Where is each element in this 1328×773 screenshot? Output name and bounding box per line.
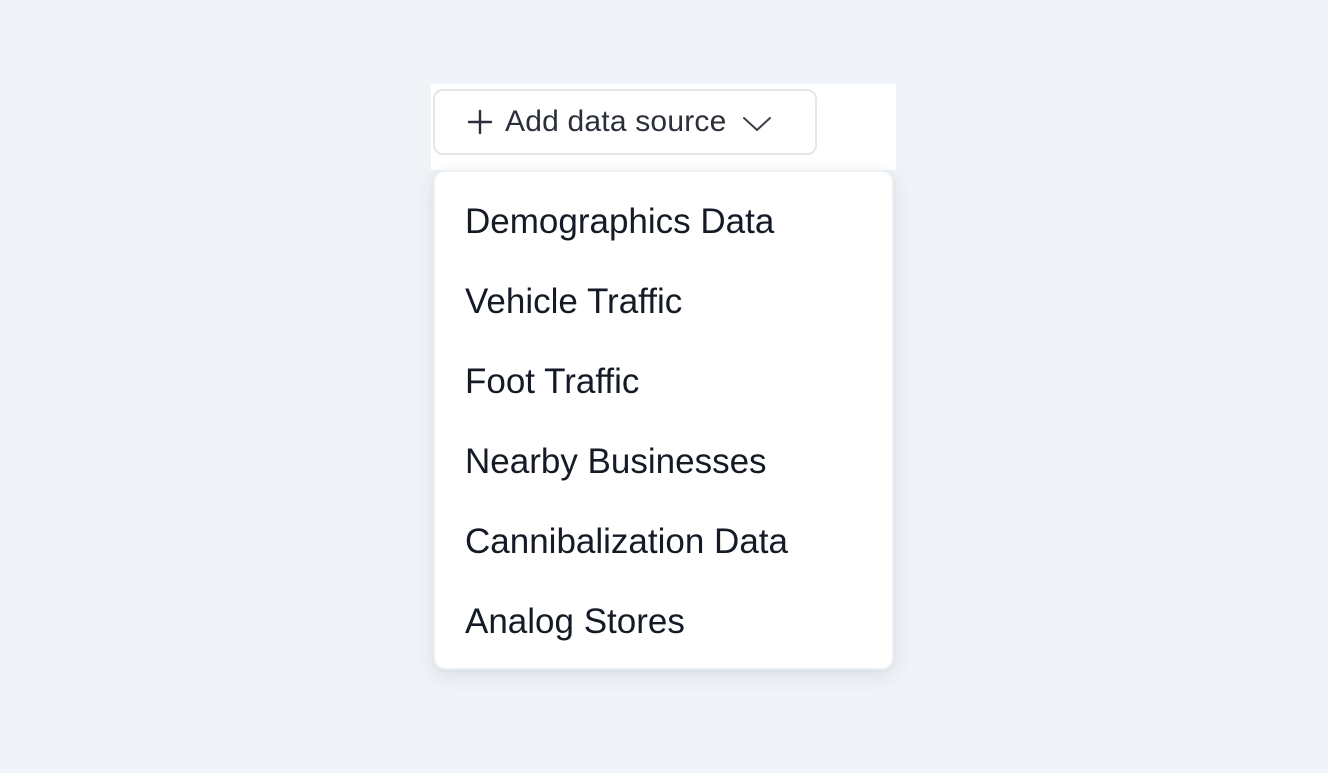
menu-item-nearby-businesses[interactable]: Nearby Businesses (435, 422, 892, 502)
data-source-panel: Add data source Demographics Data Vehicl… (431, 84, 896, 680)
plus-icon (467, 109, 493, 135)
page-background: Add data source Demographics Data Vehicl… (0, 0, 1328, 773)
menu-item-analog-stores[interactable]: Analog Stores (435, 582, 892, 662)
add-data-source-button[interactable]: Add data source (433, 89, 817, 155)
menu-item-cannibalization-data[interactable]: Cannibalization Data (435, 502, 892, 582)
menu-item-foot-traffic[interactable]: Foot Traffic (435, 342, 892, 422)
chevron-down-icon (742, 115, 772, 133)
add-data-source-label: Add data source (505, 105, 727, 138)
data-source-menu: Demographics Data Vehicle Traffic Foot T… (433, 170, 894, 670)
menu-item-demographics-data[interactable]: Demographics Data (435, 182, 892, 262)
menu-item-vehicle-traffic[interactable]: Vehicle Traffic (435, 262, 892, 342)
